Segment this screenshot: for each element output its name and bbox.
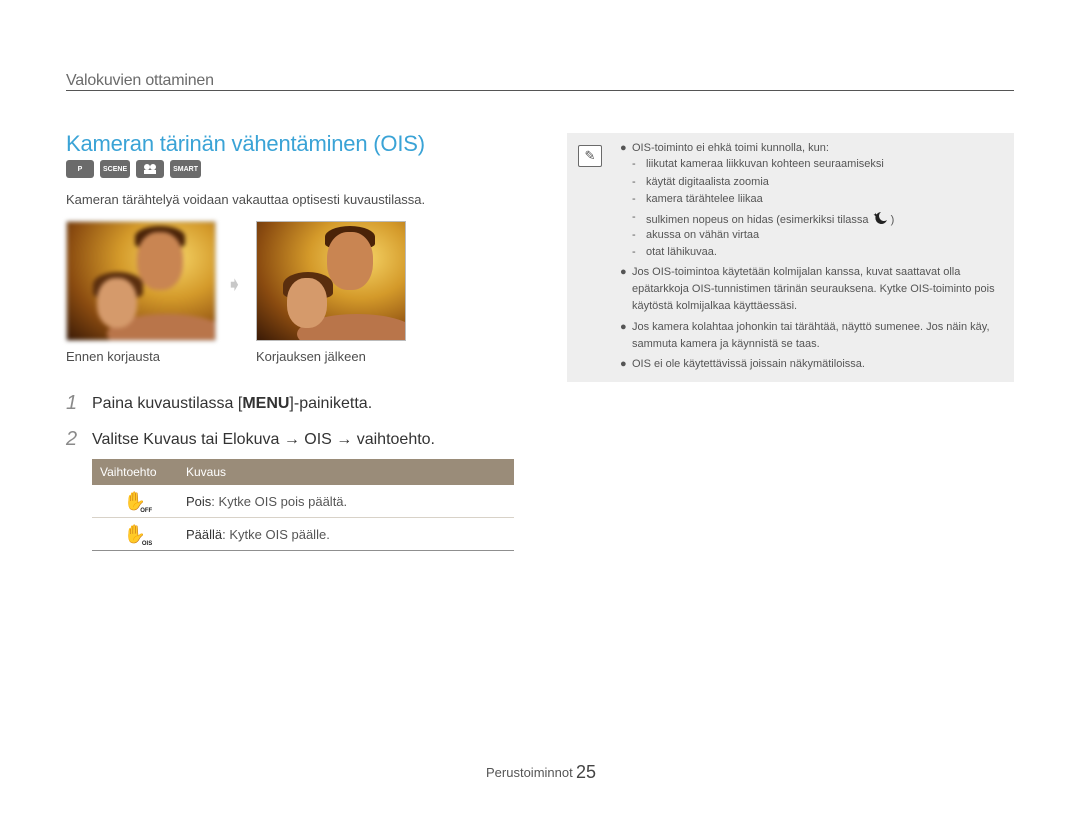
menu-kuvaus: Kuvaus xyxy=(143,431,197,448)
footer-label: Perustoiminnot xyxy=(486,765,573,780)
step-1-text-end: ]-painiketta. xyxy=(289,395,373,412)
step-1-text: Paina kuvaustilassa [ xyxy=(92,395,243,412)
arrow-1: → xyxy=(279,431,305,448)
note-bullet-2: Jos OIS-toimintoa käytetään kolmijalan k… xyxy=(632,266,995,312)
program-mode-icon: P xyxy=(66,160,94,178)
page-title: Kameran tärinän vähentäminen (OIS) xyxy=(66,131,425,156)
mode-icons: P SCENE SMART xyxy=(66,160,202,178)
arrow-right-icon: ➧ xyxy=(226,274,243,296)
page-number: 25 xyxy=(576,762,597,782)
note-bullet-dot: ● xyxy=(620,142,627,154)
scene-mode-icon: SCENE xyxy=(100,160,131,178)
after-photo xyxy=(256,221,406,341)
step-2: Valitse Kuvaus tai Elokuva → OIS → vaiht… xyxy=(92,431,435,449)
note-subitem: käytät digitaalista zoomia xyxy=(646,176,769,188)
menu-ois: OIS xyxy=(304,431,332,448)
option-desc: : Kytke OIS päälle. xyxy=(222,526,330,542)
menu-elokuva: Elokuva xyxy=(222,431,280,448)
step-number-2: 2 xyxy=(66,428,78,450)
option-term: Pois xyxy=(186,493,212,509)
table-row: ✋ OIS Päällä: Kytke OIS päälle. xyxy=(92,517,514,551)
option-term: Päällä xyxy=(186,526,223,542)
note-bullet-1: OIS-toiminto ei ehkä toimi kunnolla, kun… xyxy=(632,142,829,154)
options-table: Vaihtoehto Kuvaus ✋ OFF Pois: Kytke OIS p… xyxy=(92,459,514,551)
table-row: ✋ OFF Pois: Kytke OIS pois päältä. xyxy=(92,485,514,518)
step-1: Paina kuvaustilassa [MENU]-painiketta. xyxy=(92,395,372,413)
step-2-or: tai xyxy=(196,431,223,448)
header-divider xyxy=(66,90,1014,91)
after-caption: Korjauksen jälkeen xyxy=(256,349,366,364)
note-subitem: akussa on vähän virtaa xyxy=(646,229,760,241)
step-2-text: Valitse xyxy=(92,431,144,448)
note-subitem: otat lähikuvaa. xyxy=(646,246,717,258)
note-subitem: kamera tärähtelee liikaa xyxy=(646,193,763,205)
before-caption: Ennen korjausta xyxy=(66,349,160,364)
ois-off-icon: ✋ OFF xyxy=(123,490,153,514)
smart-movie-mode-icon: SMART xyxy=(170,160,202,178)
section-header: Valokuvien ottaminen xyxy=(66,72,214,89)
before-photo xyxy=(66,221,216,341)
col-description: Kuvaus xyxy=(178,459,514,485)
svg-text:✦: ✦ xyxy=(873,212,878,219)
movie-mode-icon xyxy=(136,160,165,178)
note-icon: ✎ xyxy=(578,145,602,167)
step-number-1: 1 xyxy=(66,392,78,414)
note-bullet-4: OIS ei ole käytettävissä joissain näkymä… xyxy=(632,358,865,370)
note-subitem: liikutat kameraa liikkuvan kohteen seura… xyxy=(646,158,884,170)
step-2-text-end: vaihtoehto. xyxy=(356,431,435,448)
intro-text: Kameran tärähtelyä voidaan vakauttaa opt… xyxy=(66,192,426,207)
menu-key: MENU xyxy=(242,395,290,412)
night-mode-icon: ✦ xyxy=(872,211,888,225)
arrow-2: → xyxy=(331,431,357,448)
option-desc: : Kytke OIS pois päältä. xyxy=(211,493,348,509)
note-bullet-3: Jos kamera kolahtaa johonkin tai tärähtä… xyxy=(632,321,990,350)
ois-on-icon: ✋ OIS xyxy=(123,523,153,547)
col-option: Vaihtoehto xyxy=(92,459,178,485)
note-subitem: sulkimen nopeus on hidas (esimerkiksi ti… xyxy=(646,211,895,226)
table-header: Vaihtoehto Kuvaus xyxy=(92,459,514,485)
